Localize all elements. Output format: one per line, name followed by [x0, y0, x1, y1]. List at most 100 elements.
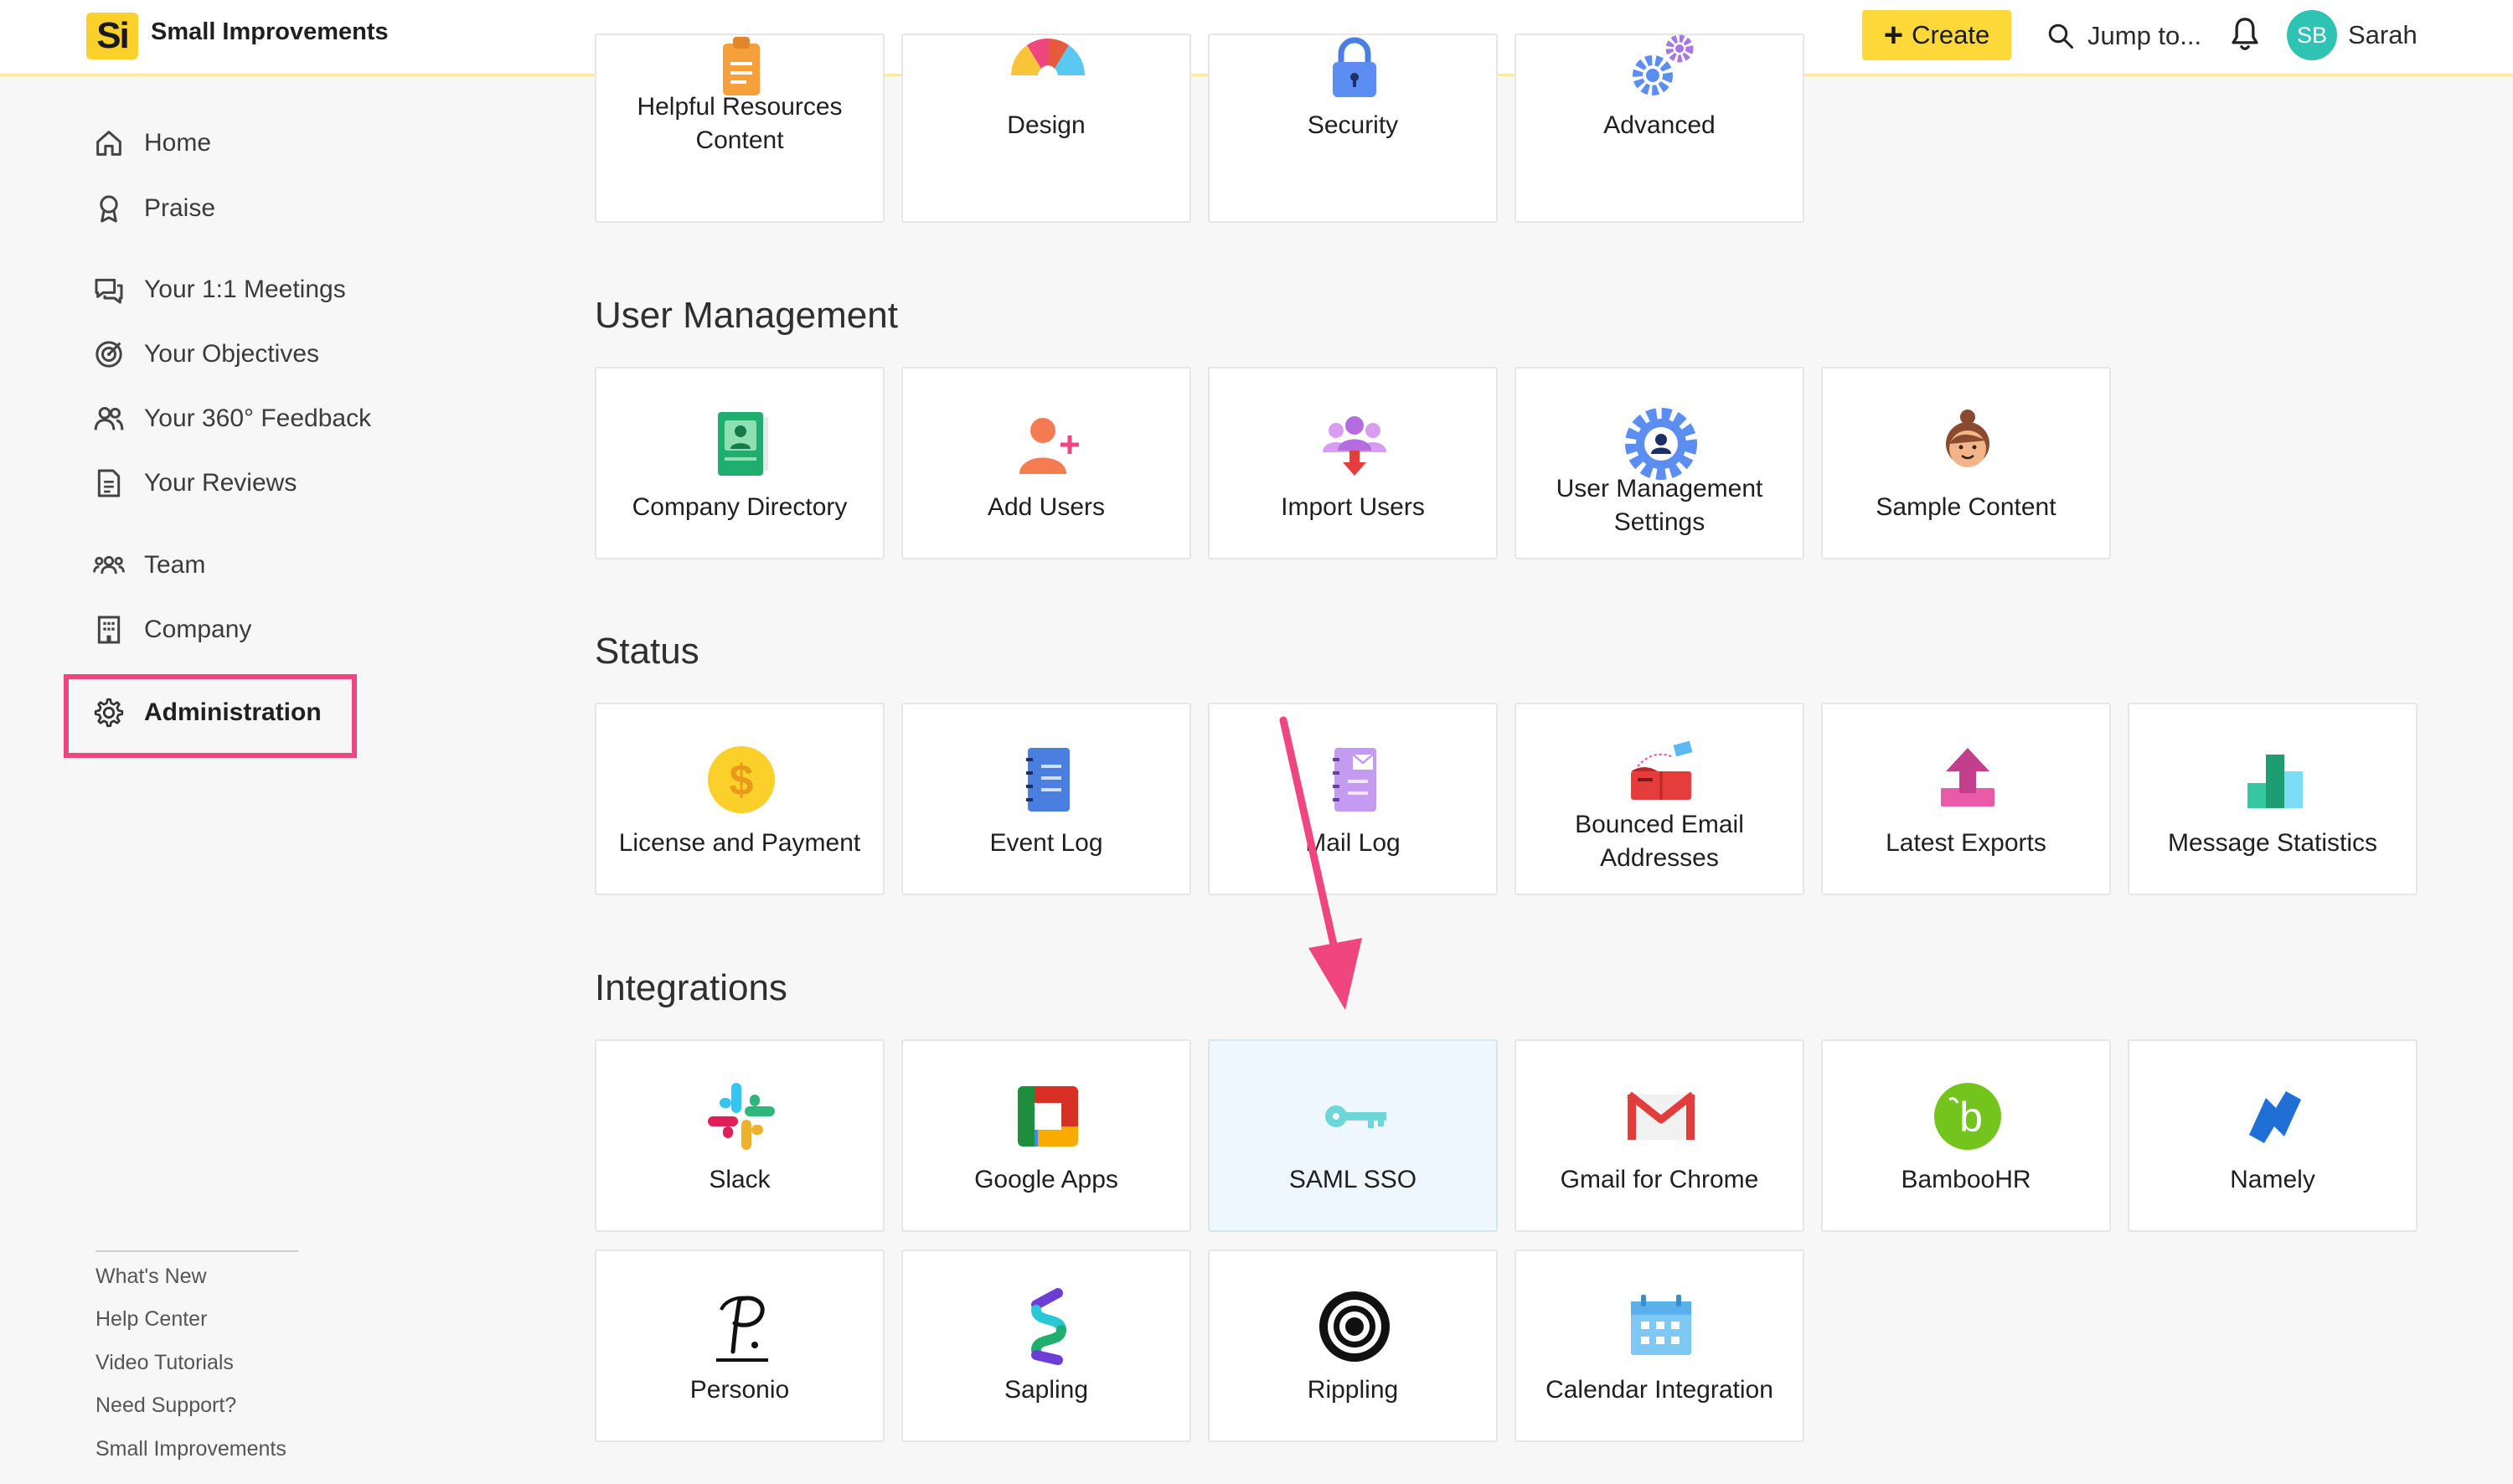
sidebar-item-label: Praise — [144, 194, 216, 222]
card-rippling[interactable]: Rippling — [1208, 1250, 1498, 1442]
card-design[interactable]: Design — [901, 33, 1191, 223]
card-slack[interactable]: Slack — [595, 1039, 885, 1232]
sidebar-item-team[interactable]: Team — [92, 544, 205, 586]
card-event-log[interactable]: Event Log — [901, 703, 1191, 895]
card-bamboohr[interactable]: b BambooHR — [1821, 1039, 2111, 1232]
slack-icon — [708, 1083, 775, 1150]
card-label: Namely — [2230, 1166, 2315, 1193]
card-label: Company Directory — [632, 493, 848, 521]
footer-link-small-improvements[interactable]: Small Improvements — [95, 1437, 286, 1461]
sidebar-item-meetings[interactable]: Your 1:1 Meetings — [92, 269, 346, 311]
card-license-payment[interactable]: $ License and Payment — [595, 703, 885, 895]
sidebar-item-objectives[interactable]: Your Objectives — [92, 333, 319, 375]
sidebar-item-reviews[interactable]: Your Reviews — [92, 462, 297, 504]
user-name[interactable]: Sarah — [2348, 20, 2418, 50]
bamboohr-icon: b — [1934, 1083, 2001, 1150]
section-title-user-management: User Management — [595, 295, 898, 336]
sidebar-item-administration[interactable]: Administration — [92, 692, 322, 734]
card-label: Google Apps — [974, 1166, 1118, 1193]
card-sample-content[interactable]: Sample Content — [1821, 367, 2111, 559]
card-label: Rippling — [1307, 1376, 1399, 1404]
card-label: Design — [1007, 111, 1086, 139]
person-avatar-icon — [1946, 410, 1989, 467]
app-logo[interactable]: Si — [86, 13, 138, 59]
card-label: User Management Settings — [1556, 475, 1763, 536]
footer-link-whats-new[interactable]: What's New — [95, 1265, 207, 1289]
card-latest-exports[interactable]: Latest Exports — [1821, 703, 2111, 895]
sidebar-item-praise[interactable]: Praise — [92, 188, 215, 229]
target-icon — [95, 341, 122, 368]
section-title-integrations: Integrations — [595, 967, 787, 1008]
create-button[interactable]: + Create — [1862, 10, 2011, 60]
card-google-apps[interactable]: Google Apps — [901, 1039, 1191, 1232]
gmail-icon — [1627, 1091, 1695, 1140]
card-calendar-integration[interactable]: Calendar Integration — [1515, 1250, 1804, 1442]
ribbon-icon — [100, 195, 118, 223]
card-label: Calendar Integration — [1545, 1376, 1773, 1404]
card-label: License and Payment — [618, 829, 861, 857]
card-company-directory[interactable]: Company Directory — [595, 367, 885, 559]
card-sapling[interactable]: Sapling — [901, 1250, 1191, 1442]
app-name[interactable]: Small Improvements — [151, 18, 389, 46]
create-label: Create — [1912, 20, 1990, 49]
svg-text:b: b — [1959, 1094, 1983, 1141]
color-wheel-icon — [1011, 39, 1085, 75]
card-import-users[interactable]: Import Users — [1208, 367, 1498, 559]
footer-divider — [95, 1250, 298, 1252]
mail-notebook-icon — [1333, 748, 1376, 812]
address-book-icon — [718, 412, 768, 476]
building-icon — [97, 616, 121, 644]
card-label: Latest Exports — [1886, 829, 2046, 857]
card-message-statistics[interactable]: Message Statistics — [2128, 703, 2418, 895]
card-saml-sso[interactable]: SAML SSO — [1208, 1039, 1498, 1232]
card-label: Import Users — [1281, 493, 1425, 521]
footer-link-need-support[interactable]: Need Support? — [95, 1394, 236, 1418]
card-label: Personio — [689, 1376, 790, 1404]
key-icon — [1325, 1105, 1386, 1128]
card-mail-log[interactable]: Mail Log — [1208, 703, 1498, 895]
card-label: SAML SSO — [1288, 1166, 1417, 1193]
people-icon — [94, 407, 124, 430]
sidebar-item-company[interactable]: Company — [92, 609, 251, 651]
card-personio[interactable]: Personio — [595, 1250, 885, 1442]
card-label: Slack — [709, 1166, 771, 1193]
bar-chart-icon — [2247, 755, 2303, 808]
add-user-icon — [1019, 418, 1079, 474]
search-icon — [2048, 23, 2073, 49]
card-advanced[interactable]: Advanced — [1515, 33, 1804, 223]
avatar[interactable]: SB — [2287, 10, 2337, 60]
sidebar-item-label: Home — [144, 129, 212, 157]
card-label: BambooHR — [1901, 1166, 2031, 1193]
footer-link-help-center[interactable]: Help Center — [95, 1307, 207, 1332]
card-label: Event Log — [989, 829, 1103, 857]
rippling-icon — [1319, 1291, 1390, 1362]
footer-link-video-tutorials[interactable]: Video Tutorials — [95, 1351, 234, 1375]
personio-icon — [716, 1296, 768, 1362]
card-security[interactable]: Security — [1208, 33, 1498, 223]
card-bounced-email[interactable]: Bounced Email Addresses — [1515, 703, 1804, 895]
sidebar-item-home[interactable]: Home — [92, 122, 211, 164]
card-namely[interactable]: Namely — [2128, 1039, 2418, 1232]
sidebar-item-label: Company — [144, 616, 252, 643]
namely-icon — [2249, 1091, 2301, 1143]
card-label: Security — [1307, 111, 1399, 139]
google-apps-icon — [1018, 1086, 1078, 1146]
sidebar-item-label: Your Reviews — [144, 469, 297, 497]
lock-icon — [1333, 37, 1376, 97]
card-label: Advanced — [1603, 111, 1716, 139]
home-icon — [96, 131, 121, 156]
jump-to-search[interactable]: Jump to... — [2046, 15, 2201, 57]
card-add-users[interactable]: Add Users — [901, 367, 1191, 559]
sidebar-item-feedback[interactable]: Your 360° Feedback — [92, 398, 371, 440]
sidebar-item-label: Team — [144, 551, 206, 579]
card-label: Add Users — [987, 493, 1106, 521]
card-user-management-settings[interactable]: User Management Settings — [1515, 367, 1804, 559]
card-label: Bounced Email Addresses — [1575, 811, 1744, 872]
sidebar-item-label: Your 1:1 Meetings — [144, 276, 346, 303]
bell-icon[interactable] — [2228, 15, 2262, 54]
chat-icon — [95, 278, 123, 304]
card-helpful-resources[interactable]: Helpful Resources Content — [595, 33, 885, 223]
sidebar-item-label: Your Objectives — [144, 340, 320, 368]
card-gmail-chrome[interactable]: Gmail for Chrome — [1515, 1039, 1804, 1232]
gear-icon — [94, 698, 124, 728]
